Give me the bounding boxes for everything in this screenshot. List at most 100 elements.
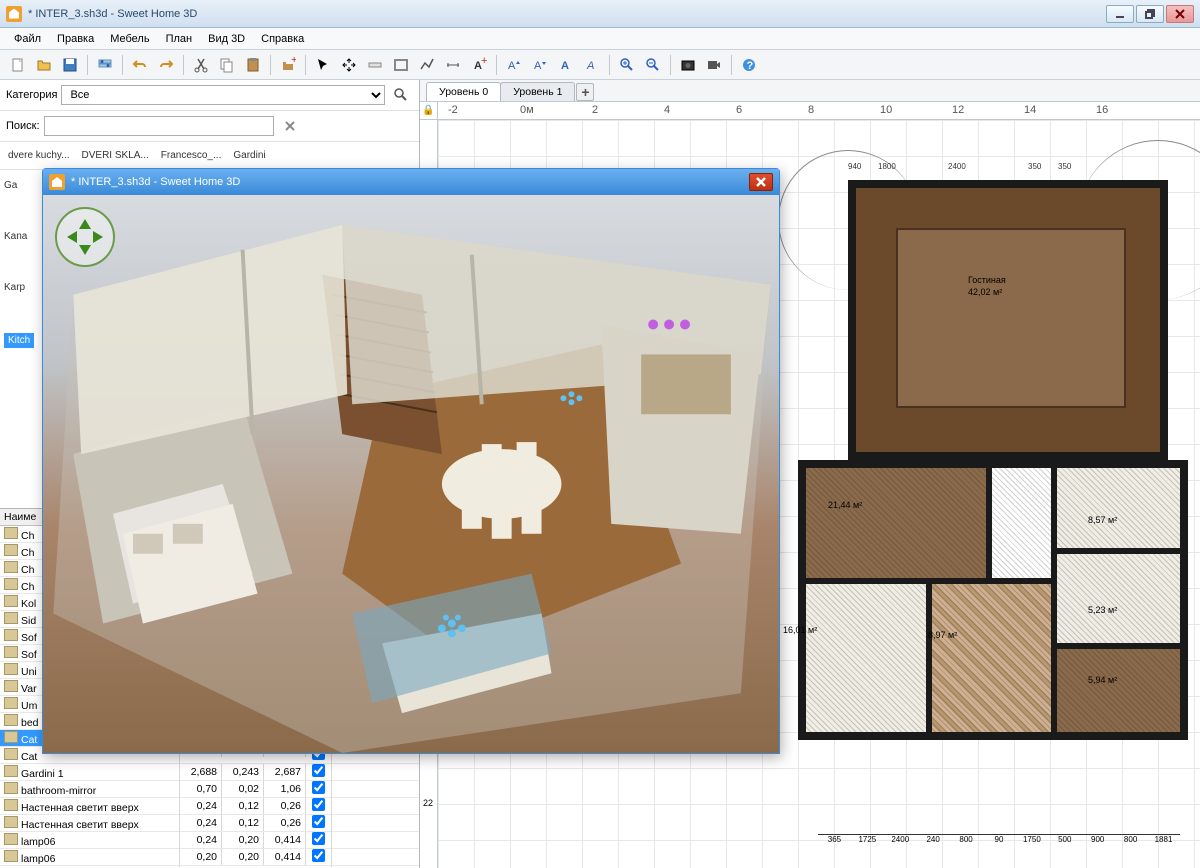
- preview-label-selected: Kitch: [4, 333, 34, 348]
- dimension-label: 1881: [1147, 834, 1180, 848]
- restore-button[interactable]: [1136, 5, 1164, 23]
- room-label: 8,97 м²: [928, 630, 957, 640]
- dimension-label: 1750: [1015, 834, 1048, 848]
- preferences-icon[interactable]: [93, 53, 117, 77]
- visibility-checkbox[interactable]: [312, 798, 325, 811]
- save-icon[interactable]: [58, 53, 82, 77]
- dimension-label: 800: [950, 834, 983, 848]
- menu-help[interactable]: Справка: [253, 30, 312, 48]
- catalog-item[interactable]: dvere kuchy...: [4, 148, 74, 163]
- view3d-window[interactable]: * INTER_3.sh3d - Sweet Home 3D: [42, 168, 780, 754]
- new-file-icon[interactable]: [6, 53, 30, 77]
- svg-text:?: ?: [747, 60, 754, 72]
- catalog-item[interactable]: Gardini: [229, 148, 269, 163]
- add-level-button[interactable]: +: [576, 83, 594, 101]
- level-tab-1[interactable]: Уровень 1: [500, 82, 575, 101]
- cut-icon[interactable]: [189, 53, 213, 77]
- minimize-button[interactable]: [1106, 5, 1134, 23]
- room-label: 21,44 м²: [828, 500, 862, 510]
- search-input[interactable]: [44, 116, 274, 136]
- view3d-title-bar[interactable]: * INTER_3.sh3d - Sweet Home 3D: [43, 169, 779, 195]
- search-label: Поиск:: [6, 120, 40, 132]
- lock-icon[interactable]: 🔒: [422, 105, 434, 116]
- view3d-canvas[interactable]: [43, 195, 779, 753]
- dimension-label: 1800: [878, 162, 896, 171]
- preview-label: Ga: [4, 180, 34, 191]
- photo-icon[interactable]: [676, 53, 700, 77]
- italic-icon[interactable]: A: [580, 53, 604, 77]
- view3d-close-button[interactable]: [749, 173, 773, 191]
- zoom-in-icon[interactable]: [615, 53, 639, 77]
- pan-icon[interactable]: [337, 53, 361, 77]
- dimension-label: 900: [1081, 834, 1114, 848]
- create-dimension-icon[interactable]: [441, 53, 465, 77]
- title-bar: * INTER_3.sh3d - Sweet Home 3D: [0, 0, 1200, 28]
- view3d-title-text: * INTER_3.sh3d - Sweet Home 3D: [71, 176, 240, 188]
- table-row[interactable]: lamp060,200,200,414: [0, 849, 419, 866]
- menu-file[interactable]: Файл: [6, 30, 49, 48]
- dimension-label: 2400: [884, 834, 917, 848]
- bold-icon[interactable]: A: [554, 53, 578, 77]
- room-label: 5,94 м²: [1088, 675, 1117, 685]
- window-title-text: * INTER_3.sh3d - Sweet Home 3D: [28, 8, 197, 20]
- table-row[interactable]: Gardini 12,6880,2432,687: [0, 764, 419, 781]
- video-icon[interactable]: [702, 53, 726, 77]
- dimension-label: 800: [1114, 834, 1147, 848]
- visibility-checkbox[interactable]: [312, 815, 325, 828]
- svg-text:+: +: [291, 57, 296, 66]
- horizontal-ruler: -2 0м 2 4 6 8 10 12 14 16: [438, 102, 1200, 120]
- dimension-label: 2400: [948, 162, 966, 171]
- dimension-label: 350: [1058, 162, 1071, 171]
- help-icon[interactable]: ?: [737, 53, 761, 77]
- room-label: 5,23 м²: [1088, 605, 1117, 615]
- dimension-label: 90: [983, 834, 1016, 848]
- paste-icon[interactable]: [241, 53, 265, 77]
- catalog-search-icon[interactable]: [389, 83, 413, 107]
- catalog-item[interactable]: Francesco_...: [157, 148, 226, 163]
- create-polyline-icon[interactable]: [415, 53, 439, 77]
- category-select[interactable]: Все: [61, 85, 385, 105]
- copy-icon[interactable]: [215, 53, 239, 77]
- add-furniture-icon[interactable]: +: [276, 53, 300, 77]
- svg-text:A: A: [586, 60, 594, 72]
- visibility-checkbox[interactable]: [312, 832, 325, 845]
- decrease-text-icon[interactable]: A: [528, 53, 552, 77]
- level-tab-0[interactable]: Уровень 0: [426, 82, 501, 101]
- app-icon: [49, 174, 65, 190]
- svg-text:A: A: [561, 60, 569, 72]
- visibility-checkbox[interactable]: [312, 781, 325, 794]
- room-label: 8,57 м²: [1088, 515, 1117, 525]
- toolbar: + A+ A A A A ?: [0, 50, 1200, 80]
- dimension-label: 350: [1028, 162, 1041, 171]
- menu-view3d[interactable]: Вид 3D: [200, 30, 253, 48]
- clear-search-icon[interactable]: [278, 114, 302, 138]
- create-text-icon[interactable]: A+: [467, 53, 491, 77]
- visibility-checkbox[interactable]: [312, 849, 325, 862]
- undo-icon[interactable]: [128, 53, 152, 77]
- catalog-item-row: dvere kuchy... DVERI SKLA... Francesco_.…: [0, 142, 419, 170]
- table-row[interactable]: lamp060,240,200,414: [0, 832, 419, 849]
- close-button[interactable]: [1166, 5, 1194, 23]
- table-row[interactable]: Настенная светит вверх0,240,120,26: [0, 798, 419, 815]
- zoom-out-icon[interactable]: [641, 53, 665, 77]
- svg-text:+: +: [481, 57, 487, 67]
- table-row[interactable]: Настенная светит вверх0,240,120,26: [0, 815, 419, 832]
- table-row[interactable]: bathroom-mirror0,700,021,06: [0, 781, 419, 798]
- create-room-icon[interactable]: [389, 53, 413, 77]
- visibility-checkbox[interactable]: [312, 764, 325, 777]
- dimension-label: 240: [917, 834, 950, 848]
- menubar: Файл Правка Мебель План Вид 3D Справка: [0, 28, 1200, 50]
- increase-text-icon[interactable]: A: [502, 53, 526, 77]
- open-file-icon[interactable]: [32, 53, 56, 77]
- select-icon[interactable]: [311, 53, 335, 77]
- dimension-label: 940: [848, 162, 861, 171]
- menu-plan[interactable]: План: [158, 30, 201, 48]
- menu-edit[interactable]: Правка: [49, 30, 102, 48]
- svg-text:A: A: [508, 60, 516, 72]
- catalog-item[interactable]: DVERI SKLA...: [78, 148, 153, 163]
- menu-furniture[interactable]: Мебель: [102, 30, 157, 48]
- redo-icon[interactable]: [154, 53, 178, 77]
- room-label: 16,01 м²: [783, 625, 817, 635]
- create-walls-icon[interactable]: [363, 53, 387, 77]
- bottom-dimensions: 365172524002408009017505009008001881: [818, 834, 1180, 848]
